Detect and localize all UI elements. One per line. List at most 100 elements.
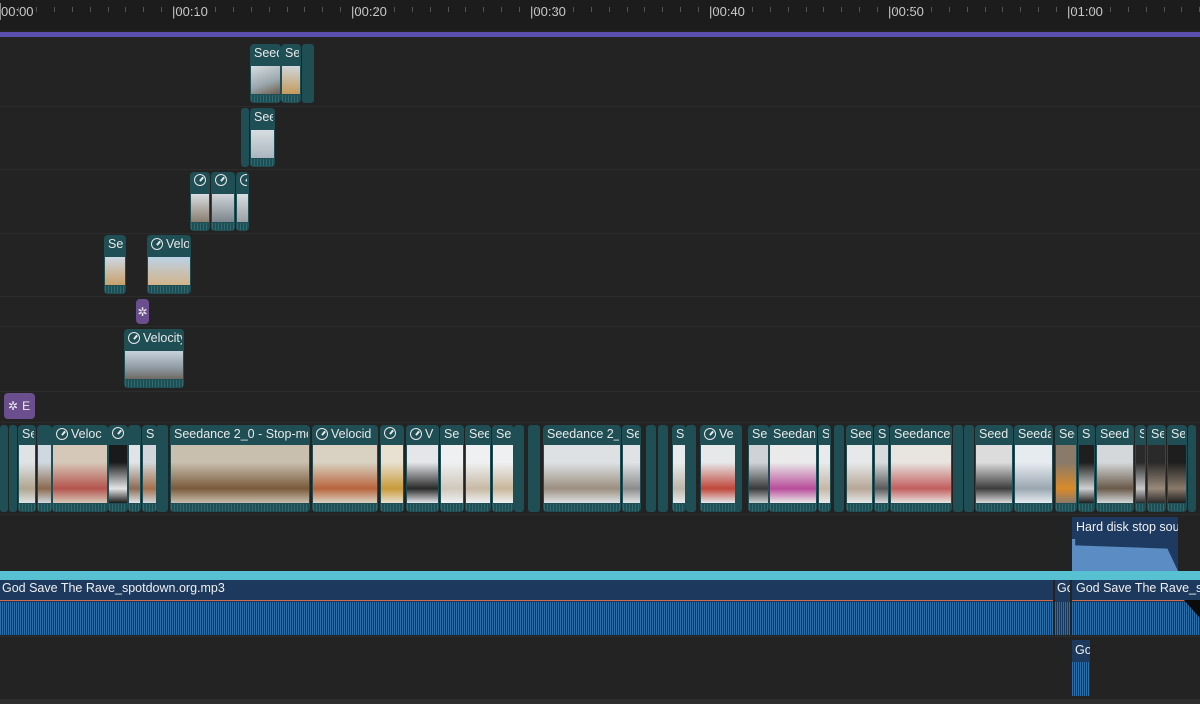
clip-filmstrip bbox=[441, 504, 463, 511]
video-clip[interactable]: See bbox=[846, 425, 873, 512]
video-clip[interactable]: S bbox=[1135, 425, 1146, 512]
clip-handle[interactable] bbox=[953, 425, 963, 512]
video-clip[interactable] bbox=[236, 172, 249, 231]
clip-handle[interactable] bbox=[646, 425, 656, 512]
video-clip[interactable]: Se bbox=[622, 425, 641, 512]
video-clip[interactable]: S bbox=[672, 425, 686, 512]
clip-label: S bbox=[878, 427, 887, 441]
clip-thumbnail bbox=[1056, 445, 1076, 503]
ruler-minor-tick bbox=[519, 7, 520, 12]
video-clip[interactable]: Seedance 2_0 bbox=[543, 425, 621, 512]
video-clip[interactable]: See bbox=[465, 425, 491, 512]
video-clip[interactable]: Se bbox=[748, 425, 769, 512]
clip-filmstrip bbox=[129, 504, 140, 511]
ruler-label: |00:10 bbox=[172, 4, 208, 19]
clip-handle[interactable] bbox=[9, 425, 17, 512]
ruler-label: |00:40 bbox=[709, 4, 745, 19]
video-clip[interactable]: S bbox=[818, 425, 831, 512]
video-clip[interactable]: Seeda bbox=[1014, 425, 1053, 512]
ruler-minor-tick bbox=[358, 7, 359, 12]
video-clip[interactable]: Velo bbox=[147, 235, 191, 294]
ruler-minor-tick bbox=[985, 7, 986, 12]
clip-handle[interactable] bbox=[241, 108, 249, 167]
clip-filmstrip bbox=[544, 504, 620, 511]
ruler-minor-tick bbox=[698, 7, 699, 12]
audio-clip[interactable]: Go bbox=[1055, 580, 1070, 635]
audio-waveform bbox=[1072, 539, 1178, 571]
video-clip[interactable]: S bbox=[874, 425, 889, 512]
clip-label: Velocity bbox=[143, 331, 182, 345]
video-clip[interactable]: Se bbox=[440, 425, 464, 512]
video-clip[interactable] bbox=[380, 425, 404, 512]
video-clip[interactable]: Seed bbox=[975, 425, 1013, 512]
ruler-minor-tick bbox=[1110, 7, 1111, 12]
play-range-bar[interactable] bbox=[0, 32, 1200, 37]
clip-thumbnail bbox=[493, 445, 513, 503]
audio-clip[interactable]: God Save The Rave_sp bbox=[1072, 580, 1200, 635]
video-clip[interactable]: Se bbox=[1147, 425, 1166, 512]
clip-filmstrip bbox=[407, 504, 438, 511]
video-clip[interactable]: S bbox=[142, 425, 157, 512]
timeline-ruler[interactable]: 00:00 |00:10 |00:20 |00:30 |00:40 |00:50… bbox=[0, 0, 1200, 30]
video-clip[interactable]: Velocity bbox=[124, 329, 184, 388]
ruler-minor-tick bbox=[895, 7, 896, 12]
clip-thumbnail bbox=[171, 445, 309, 503]
video-clip[interactable]: Seed bbox=[1096, 425, 1134, 512]
video-clip[interactable] bbox=[37, 425, 52, 512]
video-clip[interactable]: Seed bbox=[250, 108, 275, 167]
video-clip[interactable]: See bbox=[1055, 425, 1077, 512]
video-clip[interactable]: Se bbox=[492, 425, 514, 512]
video-clip[interactable]: Se bbox=[18, 425, 36, 512]
clip-thumbnail bbox=[251, 66, 280, 94]
ruler-minor-tick bbox=[859, 7, 860, 12]
audio-clip[interactable]: Go bbox=[1072, 640, 1090, 696]
clip-filmstrip bbox=[251, 95, 280, 102]
effect-clip[interactable]: ✲ E bbox=[4, 393, 35, 419]
clip-filmstrip bbox=[38, 504, 51, 511]
clip-filmstrip bbox=[282, 95, 300, 102]
video-clip[interactable]: Ve bbox=[700, 425, 736, 512]
ruler-minor-tick bbox=[215, 7, 216, 12]
video-clip[interactable]: Seed bbox=[250, 44, 281, 103]
ruler-minor-tick bbox=[555, 7, 556, 12]
clip-handle[interactable] bbox=[0, 425, 8, 512]
track-divider bbox=[0, 233, 1200, 234]
video-clip[interactable]: Seedance 2_0 - Stop-mo bbox=[170, 425, 310, 512]
ruler-minor-tick bbox=[1002, 7, 1003, 12]
clip-handle[interactable] bbox=[964, 425, 974, 512]
clip-filmstrip bbox=[466, 504, 490, 511]
clip-handle[interactable] bbox=[1188, 425, 1196, 512]
clip-handle[interactable] bbox=[156, 425, 168, 512]
video-clip[interactable]: Se bbox=[1167, 425, 1187, 512]
clip-filmstrip bbox=[493, 504, 513, 511]
clip-handle[interactable] bbox=[658, 425, 668, 512]
video-clip[interactable]: Seedance bbox=[890, 425, 952, 512]
video-clip[interactable] bbox=[108, 425, 128, 512]
video-clip[interactable]: S bbox=[1078, 425, 1095, 512]
video-clip[interactable]: Seedan bbox=[769, 425, 817, 512]
audio-clip[interactable]: Hard disk stop sou bbox=[1072, 517, 1178, 571]
clip-label: Seedan bbox=[773, 427, 815, 441]
video-clip[interactable] bbox=[190, 172, 210, 231]
video-clip[interactable]: Se bbox=[281, 44, 301, 103]
clip-filmstrip bbox=[19, 504, 35, 511]
video-clip[interactable] bbox=[128, 425, 141, 512]
clip-handle[interactable] bbox=[686, 425, 696, 512]
clip-handle[interactable] bbox=[302, 44, 314, 103]
video-clip[interactable]: Se bbox=[104, 235, 126, 294]
clip-label: Se bbox=[444, 427, 460, 441]
clip-label: S bbox=[1082, 427, 1091, 441]
fade-out-handle[interactable] bbox=[1184, 600, 1200, 618]
video-clip[interactable] bbox=[211, 172, 235, 231]
clip-handle[interactable] bbox=[514, 425, 524, 512]
clip-thumbnail bbox=[1136, 445, 1145, 503]
clip-handle[interactable] bbox=[834, 425, 844, 512]
video-clip[interactable]: Veloc bbox=[52, 425, 108, 512]
clip-handle[interactable] bbox=[528, 425, 540, 512]
audio-clip[interactable]: God Save The Rave_spotdown.org.mp3 bbox=[0, 580, 1053, 635]
video-clip[interactable]: Velocid bbox=[312, 425, 378, 512]
video-clip[interactable]: V bbox=[406, 425, 439, 512]
effect-clip[interactable]: ✲ bbox=[136, 299, 149, 324]
horizontal-scrollbar[interactable] bbox=[0, 699, 1200, 704]
clip-thumbnail bbox=[381, 445, 403, 503]
